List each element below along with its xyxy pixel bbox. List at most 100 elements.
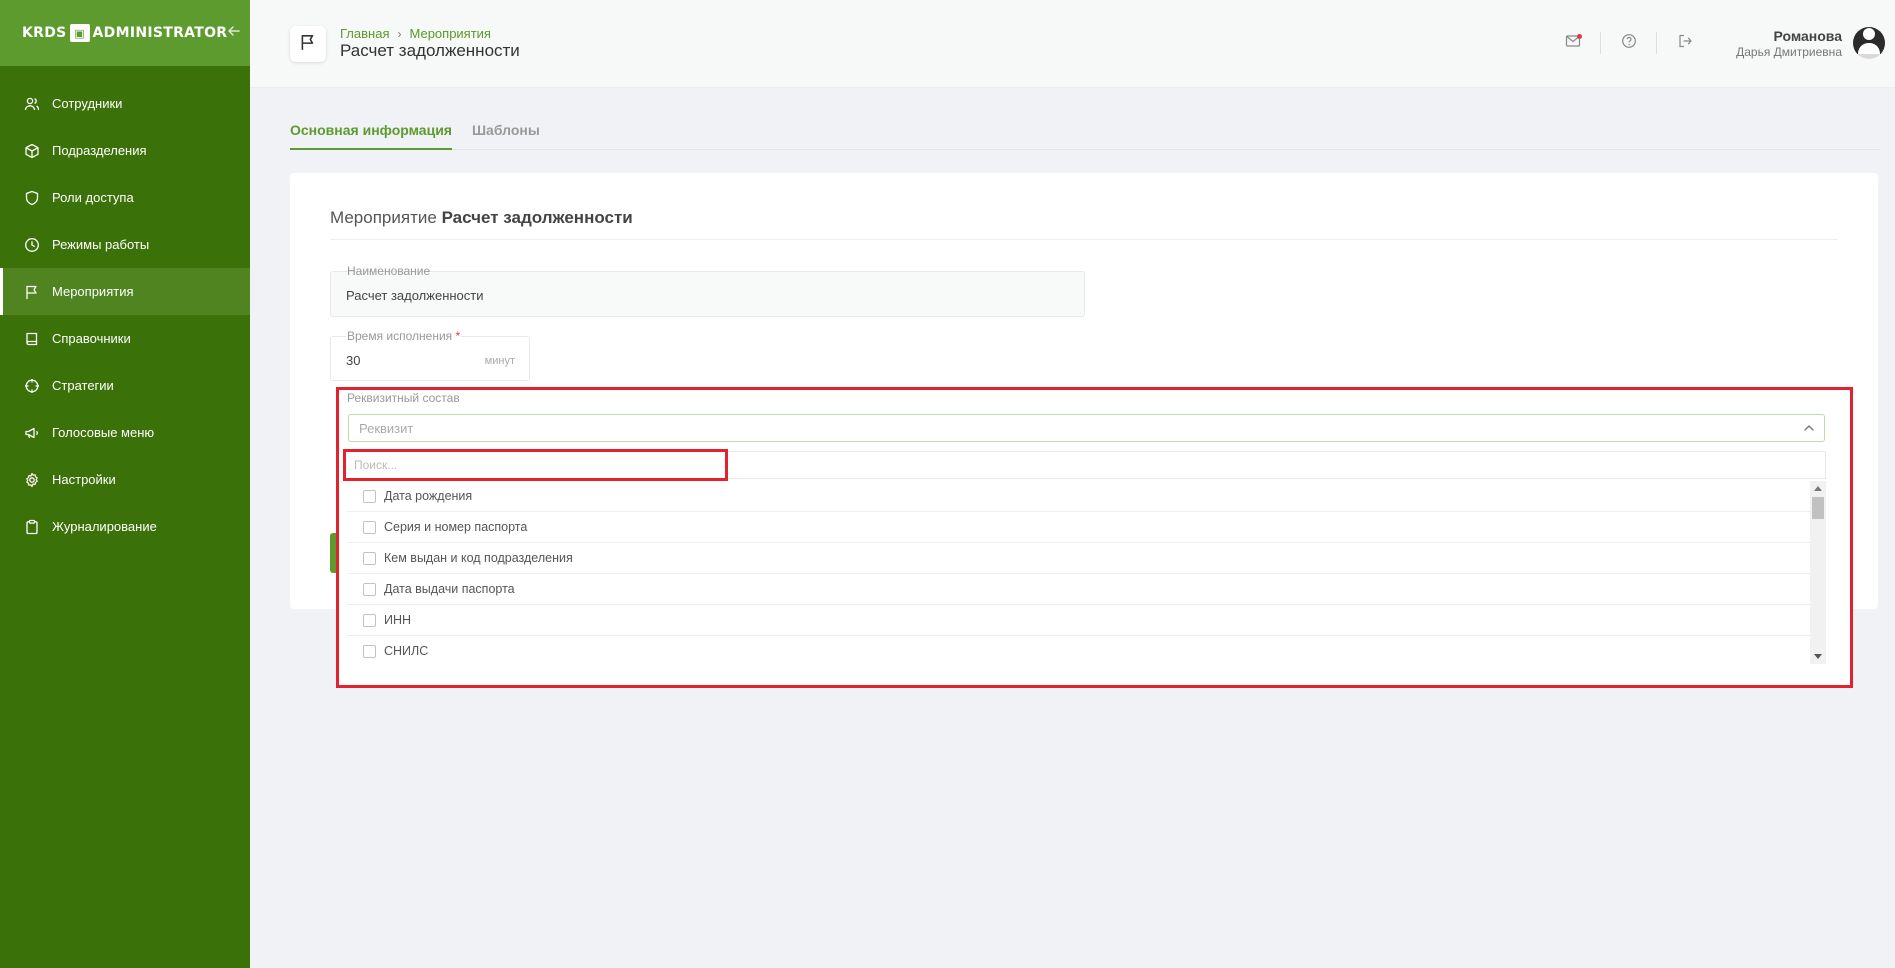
sidebar-item-employees[interactable]: Сотрудники: [0, 80, 250, 127]
checkbox[interactable]: [363, 520, 376, 534]
list-item[interactable]: Дата выдачи паспорта: [347, 574, 1810, 605]
user-avatar-icon: [1853, 27, 1885, 59]
name-field-value: Расчет задолженности: [346, 288, 484, 303]
cube-icon: [24, 143, 40, 159]
requisites-label: Реквизитный состав: [347, 391, 460, 405]
sidebar-item-departments[interactable]: Подразделения: [0, 127, 250, 174]
avatar[interactable]: [1853, 27, 1885, 59]
logout-icon: [1677, 33, 1693, 54]
checkbox[interactable]: [363, 644, 376, 658]
flag-icon: [24, 284, 40, 300]
scroll-down-arrow-icon[interactable]: [1814, 654, 1822, 659]
sidebar-item-voice-menus[interactable]: Голосовые меню: [0, 409, 250, 456]
logo-mark: ▣: [69, 24, 90, 42]
option-label: ИНН: [384, 613, 412, 627]
requisite-select-placeholder: Реквизит: [359, 421, 414, 436]
sidebar-item-logging[interactable]: Журналирование: [0, 503, 250, 550]
tab-templates[interactable]: Шаблоны: [472, 118, 540, 150]
page-flag-badge: [290, 26, 326, 62]
option-label: Дата выдачи паспорта: [384, 582, 515, 596]
search-field-highlight: [343, 449, 728, 481]
checkbox[interactable]: [363, 613, 376, 627]
requisite-options-list: Дата рождения Серия и номер паспорта Кем…: [347, 481, 1826, 664]
breadcrumb-separator: ›: [397, 26, 402, 41]
clock-icon: [24, 237, 40, 253]
card-title-prefix: Мероприятие: [330, 208, 437, 227]
requisites-dropdown: Реквизитный состав Реквизит Дата рождени…: [336, 387, 1853, 688]
arrow-left-icon: [227, 24, 241, 43]
sidebar-item-work-modes[interactable]: Режимы работы: [0, 221, 250, 268]
sidebar-item-label: Справочники: [52, 331, 131, 346]
gear-icon: [24, 472, 40, 488]
divider: [1600, 32, 1601, 54]
list-item[interactable]: СНИЛС: [347, 636, 1810, 664]
sidebar-item-strategies[interactable]: Стратегии: [0, 362, 250, 409]
option-label: Серия и номер паспорта: [384, 520, 528, 534]
sidebar-item-label: Мероприятия: [52, 284, 134, 299]
list-item[interactable]: Дата рождения: [347, 481, 1810, 512]
breadcrumb-events-link[interactable]: Мероприятия: [409, 26, 491, 41]
sidebar-item-label: Сотрудники: [52, 96, 123, 111]
user-full-name[interactable]: Дарья Дмитриевна: [1736, 45, 1842, 59]
execution-time-value: 30: [346, 353, 361, 368]
logout-button[interactable]: [1675, 33, 1695, 53]
sidebar-item-events[interactable]: Мероприятия: [0, 268, 250, 315]
execution-time-label: Время исполнения *: [346, 329, 462, 343]
scroll-up-arrow-icon[interactable]: [1814, 486, 1822, 491]
tab-main-info[interactable]: Основная информация: [290, 118, 452, 150]
user-last-name[interactable]: Романова: [1773, 28, 1842, 44]
sidebar-item-label: Подразделения: [52, 143, 147, 158]
checkbox[interactable]: [363, 551, 376, 565]
execution-time-field[interactable]: Время исполнения * 30 минут: [330, 329, 530, 381]
checkbox[interactable]: [363, 582, 376, 596]
logo-text-right: ADMINISTRATOR: [92, 25, 228, 41]
breadcrumb: Главная › Мероприятия: [340, 26, 491, 41]
option-label: Кем выдан и код подразделения: [384, 551, 573, 565]
sidebar-item-label: Режимы работы: [52, 237, 150, 252]
name-field-label: Наименование: [347, 264, 431, 278]
chevron-up-icon: [1802, 421, 1816, 435]
card-title-name: Расчет задолженности: [441, 208, 633, 227]
megaphone-icon: [24, 425, 40, 441]
sidebar-item-label: Журналирование: [52, 519, 157, 534]
sidebar-item-label: Голосовые меню: [52, 425, 155, 440]
scrollbar-thumb[interactable]: [1812, 497, 1824, 519]
page-title: Расчет задолженности: [340, 41, 520, 60]
logo-text-left: KRDS: [22, 25, 67, 41]
divider: [330, 239, 1838, 240]
sidebar-item-access-roles[interactable]: Роли доступа: [0, 174, 250, 221]
card-title: Мероприятие Расчет задолженности: [330, 208, 633, 228]
clipboard-icon: [24, 519, 40, 535]
search-input[interactable]: [354, 456, 714, 474]
sidebar-item-label: Стратегии: [52, 378, 114, 393]
logo[interactable]: KRDS ▣ ADMINISTRATOR: [22, 24, 227, 42]
help-button[interactable]: [1619, 33, 1639, 53]
name-field[interactable]: Наименование Расчет задолженности: [330, 264, 1085, 317]
shield-icon: [24, 190, 40, 206]
list-item[interactable]: Кем выдан и код подразделения: [347, 543, 1810, 574]
requisite-select[interactable]: Реквизит: [348, 414, 1825, 442]
list-item[interactable]: ИНН: [347, 605, 1810, 636]
execution-time-unit: минут: [484, 355, 515, 367]
list-item[interactable]: Серия и номер паспорта: [347, 512, 1810, 543]
sidebar-header: KRDS ▣ ADMINISTRATOR: [0, 0, 250, 66]
help-circle-icon: [1621, 33, 1637, 54]
sidebar: KRDS ▣ ADMINISTRATOR Сотрудники Подразде…: [0, 0, 250, 968]
sidebar-item-directories[interactable]: Справочники: [0, 315, 250, 362]
notification-dot: [1577, 34, 1582, 39]
breadcrumb-home-link[interactable]: Главная: [340, 26, 389, 41]
required-mark: *: [455, 329, 461, 343]
checkbox[interactable]: [363, 489, 376, 503]
sidebar-item-settings[interactable]: Настройки: [0, 456, 250, 503]
option-label: СНИЛС: [384, 644, 429, 658]
flag-icon: [299, 33, 317, 56]
sidebar-item-label: Роли доступа: [52, 190, 134, 205]
scrollbar[interactable]: [1810, 481, 1826, 664]
collapse-sidebar-button[interactable]: [227, 24, 241, 42]
divider: [1656, 32, 1657, 54]
topbar: Главная › Мероприятия Расчет задолженнос…: [250, 0, 1895, 88]
messages-button[interactable]: [1563, 33, 1583, 53]
sidebar-nav: Сотрудники Подразделения Роли доступа Ре…: [0, 80, 250, 550]
tabs: Основная информация Шаблоны: [290, 118, 1880, 150]
sidebar-item-label: Настройки: [52, 472, 116, 487]
